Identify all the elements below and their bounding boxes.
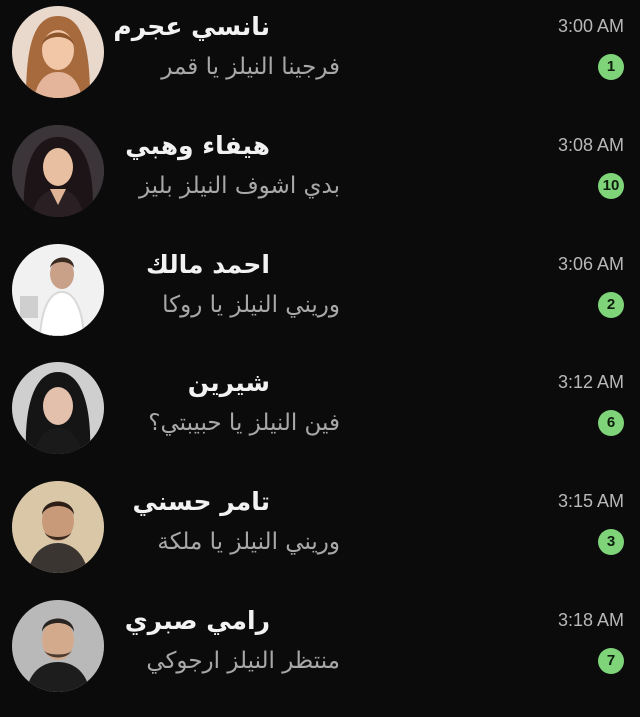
- last-message: وريني النيلز يا روكا: [162, 292, 340, 318]
- avatar[interactable]: [12, 6, 104, 98]
- chat-row-nancy[interactable]: نانسي عجرم فرجينا النيلز يا قمر 3:00 AM …: [0, 2, 640, 120]
- chat-row-ahmed[interactable]: احمد مالك وريني النيلز يا روكا 3:06 AM 2: [0, 240, 640, 358]
- contact-name: رامي صبري: [124, 606, 270, 635]
- message-time: 3:06 AM: [557, 254, 624, 274]
- chat-list: نانسي عجرم فرجينا النيلز يا قمر 3:00 AM …: [0, 0, 640, 717]
- message-time: 3:00 AM: [557, 16, 624, 36]
- contact-name: نانسي عجرم: [113, 12, 270, 41]
- unread-badge: 2: [598, 292, 624, 318]
- last-message: وريني النيلز يا ملكة: [157, 529, 340, 555]
- chat-row-haifa[interactable]: هيفاء وهبي بدي اشوف النيلز بليز 3:08 AM …: [0, 121, 640, 239]
- message-time: 3:12 AM: [557, 372, 624, 392]
- message-time: 3:15 AM: [557, 491, 624, 511]
- avatar[interactable]: [12, 244, 104, 336]
- contact-name: احمد مالك: [145, 250, 270, 279]
- chat-row-sherine[interactable]: شيرين فين النيلز يا حبيبتي؟ 3:12 AM 6: [0, 358, 640, 476]
- unread-badge: 6: [598, 410, 624, 436]
- avatar[interactable]: [12, 125, 104, 217]
- chat-row-tamer[interactable]: تامر حسني وريني النيلز يا ملكة 3:15 AM 3: [0, 477, 640, 595]
- message-time: 3:18 AM: [557, 610, 624, 630]
- chat-screen: نانسي عجرم فرجينا النيلز يا قمر 3:00 AM …: [0, 0, 640, 717]
- contact-name: هيفاء وهبي: [125, 131, 270, 160]
- avatar[interactable]: [12, 600, 104, 692]
- avatar[interactable]: [12, 362, 104, 454]
- avatar[interactable]: [12, 481, 104, 573]
- last-message: فرجينا النيلز يا قمر: [161, 54, 340, 80]
- unread-badge: 10: [598, 173, 624, 199]
- last-message: منتظر النيلز ارجوكي: [146, 648, 340, 674]
- contact-name: تامر حسني: [132, 487, 270, 516]
- contact-name: شيرين: [187, 368, 270, 397]
- last-message: فين النيلز يا حبيبتي؟: [148, 410, 340, 436]
- unread-badge: 3: [598, 529, 624, 555]
- unread-badge: 1: [598, 54, 624, 80]
- unread-badge: 7: [598, 648, 624, 674]
- last-message: بدي اشوف النيلز بليز: [138, 173, 340, 199]
- chat-row-ramy[interactable]: رامي صبري منتظر النيلز ارجوكي 3:18 AM 7: [0, 596, 640, 714]
- message-time: 3:08 AM: [557, 135, 624, 155]
